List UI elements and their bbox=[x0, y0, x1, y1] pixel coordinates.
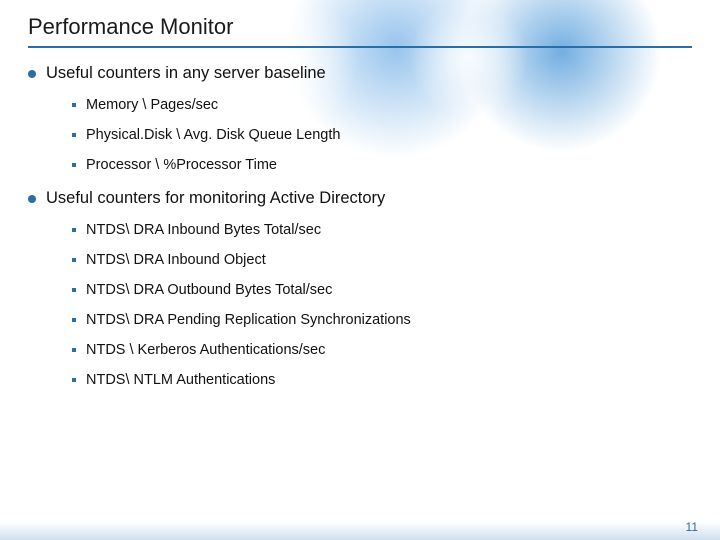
slide: Performance Monitor Useful counters in a… bbox=[0, 0, 720, 540]
list-item-text: Processor \ %Processor Time bbox=[86, 157, 277, 173]
list-item: NTDS\ DRA Inbound Bytes Total/sec bbox=[72, 222, 692, 238]
list-item-text: Memory \ Pages/sec bbox=[86, 97, 218, 113]
list-item: Memory \ Pages/sec bbox=[72, 97, 692, 113]
bullet-list-level2: Memory \ Pages/sec Physical.Disk \ Avg. … bbox=[46, 97, 692, 173]
list-item: NTDS\ DRA Inbound Object bbox=[72, 252, 692, 268]
bullet-list-level2: NTDS\ DRA Inbound Bytes Total/sec NTDS\ … bbox=[46, 222, 692, 388]
footer-band bbox=[0, 522, 720, 540]
page-number: 11 bbox=[686, 520, 698, 534]
slide-content: Performance Monitor Useful counters in a… bbox=[28, 14, 692, 402]
list-item: Physical.Disk \ Avg. Disk Queue Length bbox=[72, 127, 692, 143]
list-item: NTDS\ NTLM Authentications bbox=[72, 372, 692, 388]
section-heading-text: Useful counters for monitoring Active Di… bbox=[46, 189, 385, 207]
list-item-text: NTDS \ Kerberos Authentications/sec bbox=[86, 342, 325, 358]
list-item-text: NTDS\ DRA Pending Replication Synchroniz… bbox=[86, 312, 411, 328]
list-item-text: NTDS\ DRA Inbound Bytes Total/sec bbox=[86, 222, 321, 238]
list-item-text: Physical.Disk \ Avg. Disk Queue Length bbox=[86, 127, 340, 143]
list-item-text: NTDS\ NTLM Authentications bbox=[86, 372, 275, 388]
list-item: NTDS\ DRA Outbound Bytes Total/sec bbox=[72, 282, 692, 298]
list-item-text: NTDS\ DRA Inbound Object bbox=[86, 252, 266, 268]
list-item: Processor \ %Processor Time bbox=[72, 157, 692, 173]
list-item: NTDS \ Kerberos Authentications/sec bbox=[72, 342, 692, 358]
list-item: NTDS\ DRA Pending Replication Synchroniz… bbox=[72, 312, 692, 328]
bullet-list-level1: Useful counters in any server baseline M… bbox=[28, 64, 692, 388]
section-heading-text: Useful counters in any server baseline bbox=[46, 64, 326, 82]
slide-title: Performance Monitor bbox=[28, 14, 692, 48]
section-heading: Useful counters for monitoring Active Di… bbox=[28, 189, 692, 388]
section-heading: Useful counters in any server baseline M… bbox=[28, 64, 692, 173]
list-item-text: NTDS\ DRA Outbound Bytes Total/sec bbox=[86, 282, 332, 298]
